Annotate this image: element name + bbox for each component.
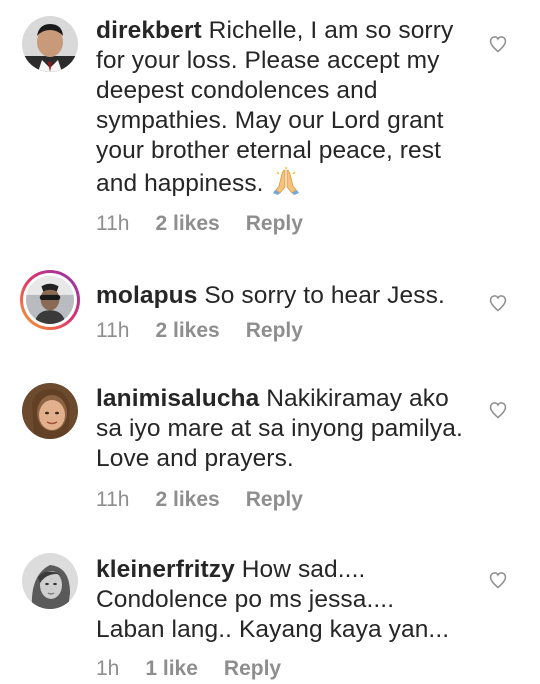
reply-button[interactable]: Reply xyxy=(246,212,303,235)
likes-count[interactable]: 2 likes xyxy=(155,212,219,235)
comment-text: kleinerfritzy How sad.... Condolence po … xyxy=(96,555,466,645)
folded-hands-emoji-icon xyxy=(271,166,301,196)
likes-count[interactable]: 2 likes xyxy=(155,319,219,342)
comment-text: molapus So sorry to hear Jess. xyxy=(96,281,466,311)
comment-timestamp: 11h xyxy=(96,488,130,511)
reply-button[interactable]: Reply xyxy=(246,488,303,511)
comment-timestamp: 1h xyxy=(96,657,120,680)
comment-meta: 1h 1 like Reply xyxy=(96,656,281,682)
heart-icon[interactable] xyxy=(488,570,508,590)
reply-button[interactable]: Reply xyxy=(246,319,303,342)
comment-text: lanimisalucha Nakikiramay ako sa iyo mar… xyxy=(96,384,466,474)
comment-timestamp: 11h xyxy=(96,212,130,235)
comment-meta: 11h 2 likes Reply xyxy=(96,211,303,237)
comment-text: direkbert Richelle, I am so sorry for yo… xyxy=(96,16,466,199)
comment-username[interactable]: kleinerfritzy xyxy=(96,556,235,583)
comment-username[interactable]: molapus xyxy=(96,282,197,309)
avatar[interactable] xyxy=(22,553,78,609)
comment-timestamp: 11h xyxy=(96,319,130,342)
comment-username[interactable]: lanimisalucha xyxy=(96,385,259,412)
comment-username[interactable]: direkbert xyxy=(96,17,202,44)
likes-count[interactable]: 1 like xyxy=(145,657,198,680)
avatar[interactable] xyxy=(22,16,78,72)
heart-icon[interactable] xyxy=(488,34,508,54)
avatar[interactable] xyxy=(22,383,78,439)
comment-meta: 11h 2 likes Reply xyxy=(96,318,303,344)
comment-meta: 11h 2 likes Reply xyxy=(96,487,303,513)
comment-body: So sorry to hear Jess. xyxy=(197,282,445,309)
avatar[interactable] xyxy=(20,270,80,330)
heart-icon[interactable] xyxy=(488,400,508,420)
likes-count[interactable]: 2 likes xyxy=(155,488,219,511)
reply-button[interactable]: Reply xyxy=(224,657,281,680)
heart-icon[interactable] xyxy=(488,293,508,313)
